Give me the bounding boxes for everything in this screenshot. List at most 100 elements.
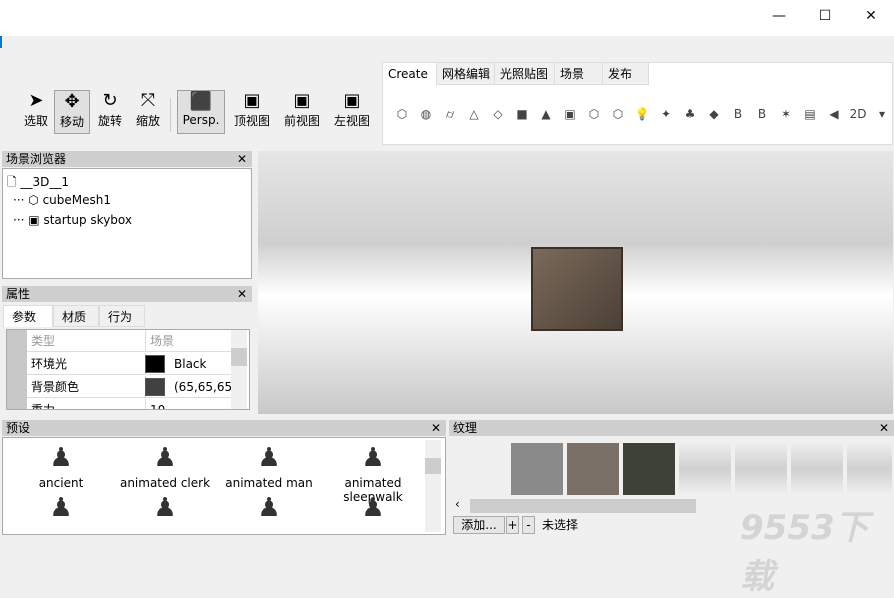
- perspective-icon: ⬛: [189, 91, 213, 112]
- tab-create[interactable]: Create: [383, 63, 437, 85]
- close-icon[interactable]: ✕: [237, 286, 247, 302]
- preset-label: animated clerk: [119, 476, 211, 490]
- property-key: 重力: [31, 403, 56, 410]
- top-view-icon: ▣: [243, 90, 261, 111]
- 3d-viewport[interactable]: [258, 151, 893, 414]
- texture-thumbnail[interactable]: [679, 443, 731, 495]
- sound-icon[interactable]: ◀: [825, 105, 843, 123]
- front-view-button[interactable]: ▣ 前视图: [282, 90, 322, 134]
- zoom-in-button[interactable]: +: [506, 516, 519, 534]
- presets-header: 预设 ✕: [2, 420, 446, 436]
- preset-item[interactable]: ♟ animated clerk: [111, 440, 219, 490]
- tree-item-cubemesh[interactable]: ··· ⬡ cubeMesh1: [13, 193, 111, 207]
- preset-item[interactable]: ♟: [215, 490, 323, 526]
- tool-label: 前视图: [283, 114, 320, 128]
- texture-thumbnail[interactable]: [567, 443, 619, 495]
- vertical-scrollbar[interactable]: [425, 440, 441, 532]
- model-thumbnail-icon: ♟: [49, 443, 73, 473]
- scroll-left-icon[interactable]: ‹: [455, 497, 460, 511]
- cylinder-icon[interactable]: ⌭: [441, 105, 459, 123]
- grid-gutter: [7, 330, 27, 409]
- property-row[interactable]: 环境光 Black: [27, 353, 231, 375]
- image-icon[interactable]: ▤: [801, 105, 819, 123]
- preset-item[interactable]: ♟: [111, 490, 219, 526]
- 2d-icon[interactable]: 2D: [849, 105, 867, 123]
- cube-mesh[interactable]: [531, 247, 623, 331]
- particle-icon[interactable]: ✦: [657, 105, 675, 123]
- left-view-button[interactable]: ▣ 左视图: [332, 90, 372, 134]
- close-button[interactable]: ✕: [848, 4, 894, 28]
- tool-label: 选取: [23, 114, 48, 128]
- water-icon[interactable]: ◆: [705, 105, 723, 123]
- model-thumbnail-icon: ♟: [361, 443, 385, 473]
- plane-icon[interactable]: ◇: [489, 105, 507, 123]
- scene-tree: 🗋 __3D__1 ··· ⬡ cubeMesh1 ··· ▣ startup …: [2, 168, 252, 279]
- cube-icon: ⬡: [28, 193, 39, 207]
- more-icon[interactable]: ▾: [873, 105, 891, 123]
- texture-thumbnail[interactable]: [511, 443, 563, 495]
- create-ribbon: Create 网格编辑 光照贴图 场景 发布 ⬡ ◍ ⌭ △ ◇ ■ ▲ ▣ ⬡ ⬡ 💡 ✦ ♣ ◆ B B ✶…: [382, 62, 893, 145]
- tab-publish[interactable]: 发布: [603, 63, 649, 85]
- scroll-thumb[interactable]: [425, 458, 441, 474]
- texture-thumbnail[interactable]: [735, 443, 787, 495]
- cursor-icon: ➤: [28, 90, 44, 111]
- property-row[interactable]: 背景颜色 (65,65,65): [27, 376, 237, 398]
- move-icon: ✥: [64, 91, 80, 112]
- billboard-icon[interactable]: B: [729, 105, 747, 123]
- texture-thumbnail[interactable]: [623, 443, 675, 495]
- move-tool[interactable]: ✥ 移动: [54, 90, 90, 134]
- scale-tool[interactable]: ⤧ 缩放: [130, 90, 166, 134]
- close-icon[interactable]: ✕: [879, 420, 889, 436]
- rotate-tool[interactable]: ↻ 旋转: [92, 90, 128, 134]
- tab-mesh-edit[interactable]: 网格编辑: [437, 63, 495, 85]
- texture-thumbnail[interactable]: [847, 443, 892, 495]
- skybox-icon[interactable]: ▣: [561, 105, 579, 123]
- tree-item-root[interactable]: 🗋 __3D__1: [7, 173, 69, 194]
- path-icon[interactable]: ✶: [777, 105, 795, 123]
- preset-item[interactable]: ♟ ancient: [7, 440, 115, 490]
- tab-behavior[interactable]: 行为: [99, 305, 145, 327]
- cone-icon[interactable]: △: [465, 105, 483, 123]
- light-icon[interactable]: 💡: [633, 105, 651, 123]
- billboard-text-icon[interactable]: B: [753, 105, 771, 123]
- minimize-button[interactable]: —: [756, 4, 802, 28]
- color-swatch[interactable]: [145, 378, 165, 396]
- vertical-scrollbar[interactable]: [231, 330, 247, 409]
- maximize-button[interactable]: ☐: [802, 4, 848, 28]
- camera-icon[interactable]: ■: [513, 105, 531, 123]
- tab-material[interactable]: 材质: [53, 305, 99, 327]
- tab-parameters[interactable]: 参数: [3, 305, 53, 327]
- add-texture-button[interactable]: 添加...: [453, 516, 505, 534]
- grid-header: 类型 场景: [27, 330, 231, 352]
- panel-title: 纹理: [453, 421, 478, 435]
- preset-item[interactable]: ♟: [319, 490, 427, 526]
- select-tool[interactable]: ➤ 选取: [18, 90, 54, 134]
- mesh-icon[interactable]: ⬡: [585, 105, 603, 123]
- sphere-icon[interactable]: ◍: [417, 105, 435, 123]
- property-key: 背景颜色: [31, 380, 80, 394]
- zoom-out-button[interactable]: -: [522, 516, 535, 534]
- texture-thumbnail[interactable]: [791, 443, 843, 495]
- preset-item[interactable]: ♟: [7, 490, 115, 526]
- color-swatch[interactable]: [145, 355, 165, 373]
- tab-lightmap[interactable]: 光照贴图: [495, 63, 555, 85]
- panel-title: 场景浏览器: [6, 152, 67, 166]
- tree-label: startup skybox: [43, 213, 132, 227]
- model-thumbnail-icon: ♟: [361, 493, 385, 523]
- close-icon[interactable]: ✕: [237, 151, 247, 167]
- close-icon[interactable]: ✕: [431, 420, 441, 436]
- tab-scene[interactable]: 场景: [555, 63, 603, 85]
- property-row[interactable]: 重力 10: [27, 399, 231, 410]
- top-view-button[interactable]: ▣ 顶视图: [232, 90, 272, 134]
- preset-item[interactable]: ♟ animated man: [215, 440, 323, 490]
- tree-item-skybox[interactable]: ··· ▣ startup skybox: [13, 213, 132, 227]
- tree-icon[interactable]: ♣: [681, 105, 699, 123]
- perspective-view-button[interactable]: ⬛ Persp.: [177, 90, 225, 134]
- property-value[interactable]: 10: [145, 399, 231, 409]
- animated-mesh-icon[interactable]: ⬡: [609, 105, 627, 123]
- cube-icon[interactable]: ⬡: [393, 105, 411, 123]
- scroll-thumb[interactable]: [470, 499, 696, 513]
- header-scene: 场景: [145, 330, 231, 352]
- scroll-thumb[interactable]: [231, 348, 247, 366]
- terrain-icon[interactable]: ▲: [537, 105, 555, 123]
